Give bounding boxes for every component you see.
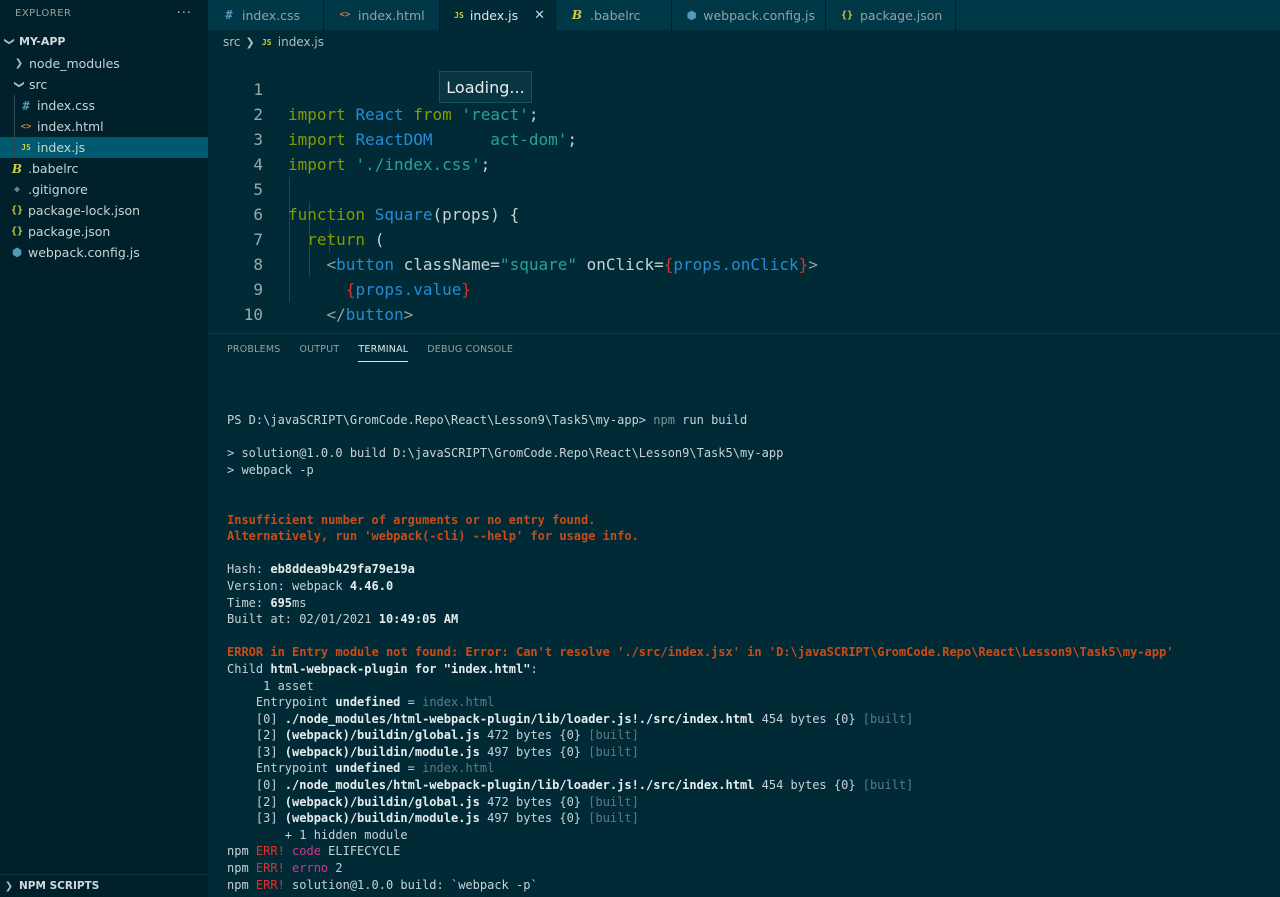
tree-item-label: node_modules xyxy=(29,56,120,71)
tab-bar-empty xyxy=(956,0,1280,30)
json-file-icon: {} xyxy=(840,9,854,21)
tree-item-label: .gitignore xyxy=(28,182,88,197)
project-name: MY-APP xyxy=(19,34,66,48)
code-line: 11 } xyxy=(208,302,1280,374)
babel-file-icon: B xyxy=(11,161,23,176)
indent-guide xyxy=(14,137,15,158)
chevron-down-icon: ❯ xyxy=(13,80,25,89)
code-line: 6 return ( xyxy=(208,177,1280,249)
explorer-header: EXPLORER ··· xyxy=(0,0,208,26)
indent-guide xyxy=(14,116,15,137)
close-icon[interactable]: ✕ xyxy=(534,8,545,23)
tree-item-label: index.js xyxy=(37,140,86,155)
code-line: 1 import React from 'react'; xyxy=(208,52,1280,124)
js-file-icon: JS xyxy=(21,143,31,152)
tree-item-label: webpack.config.js xyxy=(28,245,140,260)
tree-item-src[interactable]: ❯ src xyxy=(0,74,208,95)
tree-item-babelrc[interactable]: B .babelrc xyxy=(0,158,208,179)
json-file-icon: {} xyxy=(10,205,24,216)
tab-label: index.css xyxy=(242,7,301,23)
tab-debug-console[interactable]: DEBUG CONSOLE xyxy=(427,344,513,362)
tree-item-index-html[interactable]: <> index.html xyxy=(0,116,208,137)
tree-item-webpack-config[interactable]: ⬢ webpack.config.js xyxy=(0,242,208,263)
tree-item-label: package-lock.json xyxy=(28,203,141,218)
tab-index-css[interactable]: # index.css xyxy=(208,0,324,30)
terminal-output[interactable]: PS D:\javaSCRIPT\GromCode.Repo\React\Les… xyxy=(227,412,1173,893)
chevron-right-icon: ❯ xyxy=(245,35,255,49)
tab-output[interactable]: OUTPUT xyxy=(299,344,339,362)
code-line: 10 ); xyxy=(208,277,1280,349)
css-file-icon: # xyxy=(225,8,233,22)
tab-label: index.js xyxy=(469,7,519,23)
js-file-icon: JS xyxy=(261,37,272,47)
code-line: 4 xyxy=(208,127,1280,174)
tree-item-index-css[interactable]: # index.css xyxy=(0,95,208,116)
tab-label: index.html xyxy=(358,7,425,23)
tree-item-gitignore[interactable]: ◆ .gitignore xyxy=(0,179,208,200)
code-line: 5 function Square(props) { xyxy=(208,152,1280,224)
code-line: 7 <button className="square" onClick={pr… xyxy=(208,202,1280,274)
tree-item-package-lock[interactable]: {} package-lock.json xyxy=(0,200,208,221)
code-editor[interactable]: 1 import React from 'react'; 2 import Re… xyxy=(208,52,1280,374)
breadcrumb: src ❯ JS index.js xyxy=(223,33,324,51)
tab-package-json[interactable]: {} package.json xyxy=(826,0,956,30)
tree-item-label: index.css xyxy=(37,98,96,113)
breadcrumb-folder[interactable]: src xyxy=(223,35,241,49)
tab-label: webpack.config.js xyxy=(703,7,815,23)
webpack-file-icon: ⬢ xyxy=(686,8,697,22)
npm-scripts-section[interactable]: ❯ NPM SCRIPTS xyxy=(0,874,208,897)
tab-label: .babelrc xyxy=(590,7,641,23)
project-folder-my-app[interactable]: ❯ MY-APP xyxy=(0,29,208,53)
chevron-down-icon: ❯ xyxy=(3,36,15,46)
explorer-title: EXPLORER xyxy=(15,7,72,19)
tree-item-label: src xyxy=(29,77,48,92)
code-line: 3 import './index.css'; xyxy=(208,102,1280,174)
panel-tabs: PROBLEMS OUTPUT TERMINAL DEBUG CONSOLE xyxy=(227,344,513,362)
tab-index-js[interactable]: JS index.js ✕ xyxy=(440,0,556,30)
chevron-right-icon: ❯ xyxy=(4,880,14,892)
tree-item-package-json[interactable]: {} package.json xyxy=(0,221,208,242)
code-line: 2 import ReactDOM act-dom'; xyxy=(208,77,1280,149)
tab-label: package.json xyxy=(860,7,943,23)
css-file-icon: # xyxy=(22,98,30,113)
code-line: 8 {props.value} xyxy=(208,227,1280,299)
breadcrumb-file[interactable]: index.js xyxy=(278,35,324,49)
explorer-sidebar: EXPLORER ··· ❯ MY-APP ❯ node_modules ❯ s… xyxy=(0,0,208,897)
tab-index-html[interactable]: <> index.html xyxy=(324,0,440,30)
webpack-file-icon: ⬢ xyxy=(12,246,22,259)
bottom-panel: PROBLEMS OUTPUT TERMINAL DEBUG CONSOLE P… xyxy=(208,333,1280,897)
html-file-icon: <> xyxy=(339,10,351,20)
tab-problems[interactable]: PROBLEMS xyxy=(227,344,280,362)
tree-item-label: package.json xyxy=(28,224,111,239)
more-actions-icon[interactable]: ··· xyxy=(177,6,192,21)
tree-item-label: index.html xyxy=(37,119,104,134)
tab-terminal[interactable]: TERMINAL xyxy=(358,344,409,362)
babel-file-icon: B xyxy=(571,8,583,22)
tree-item-node-modules[interactable]: ❯ node_modules xyxy=(0,53,208,74)
tab-babelrc[interactable]: B .babelrc xyxy=(556,0,672,30)
html-file-icon: <> xyxy=(20,121,32,132)
npm-scripts-label: NPM SCRIPTS xyxy=(19,880,100,892)
code-line: 9 </button> xyxy=(208,252,1280,324)
tree-item-label: .babelrc xyxy=(28,161,79,176)
indent-guide xyxy=(14,95,15,116)
json-file-icon: {} xyxy=(10,226,24,237)
git-file-icon: ◆ xyxy=(13,184,21,195)
tab-webpack-config[interactable]: ⬢ webpack.config.js xyxy=(672,0,826,30)
hover-tooltip: Loading... xyxy=(439,71,532,103)
js-file-icon: JS xyxy=(454,10,464,20)
editor-tab-bar: # index.css <> index.html JS index.js ✕ … xyxy=(208,0,1280,30)
chevron-right-icon: ❯ xyxy=(14,58,24,69)
tree-item-index-js[interactable]: JS index.js xyxy=(0,137,208,158)
